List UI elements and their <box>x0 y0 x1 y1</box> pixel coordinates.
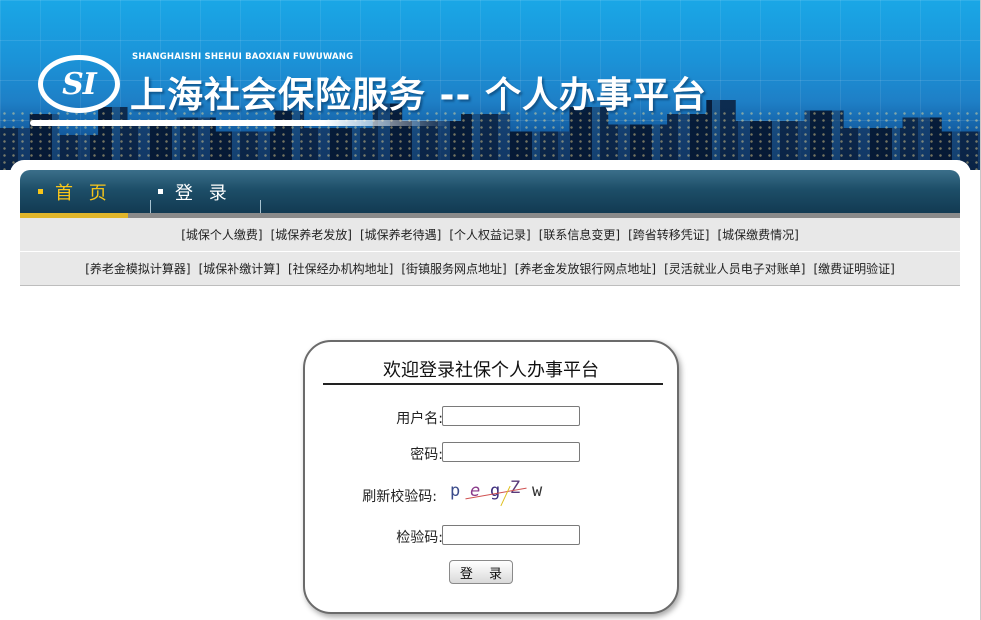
username-row: 用户名: <box>305 405 677 429</box>
link-contact-info-change[interactable]: [联系信息变更] <box>539 226 620 243</box>
header-banner: SI SHANGHAISHI SHEHUI BAOXIAN FUWUWANG 上… <box>0 0 981 170</box>
login-title: 欢迎登录社保个人办事平台 <box>383 360 599 381</box>
password-label: 密码: <box>410 447 443 463</box>
refresh-captcha-label[interactable]: 刷新校验码: <box>362 486 437 506</box>
link-payment-proof-verification[interactable]: [缴费证明验证] <box>813 260 894 277</box>
code-row: 检验码: <box>305 524 677 548</box>
link-street-service-points[interactable]: [街镇服务网点地址] <box>401 260 506 277</box>
quick-links-row-2: [养老金模拟计算器] [城保补缴计算] [社保经办机构地址] [街镇服务网点地址… <box>20 252 960 286</box>
captcha-char: w <box>532 481 543 501</box>
logo-text: SI <box>62 66 97 102</box>
captcha-char: g <box>490 481 501 501</box>
login-title-rule <box>323 383 663 385</box>
link-urban-pension-issuance[interactable]: [城保养老发放] <box>271 226 352 243</box>
code-label: 检验码: <box>396 530 443 546</box>
password-row: 密码: <box>305 441 677 465</box>
login-panel: 欢迎登录社保个人办事平台 用户名: 密码: 刷新校验码: p e g Z w 检… <box>303 340 679 614</box>
username-label: 用户名: <box>396 411 443 427</box>
password-input[interactable] <box>442 442 580 462</box>
nav-separator <box>260 200 261 213</box>
si-logo: SI <box>38 55 120 113</box>
nav-home[interactable]: 首 页 <box>38 170 112 213</box>
quick-links-row-1: [城保个人缴费] [城保养老发放] [城保养老待遇] [个人权益记录] [联系信… <box>20 218 960 252</box>
main-nav: 首 页 登 录 <box>20 170 960 218</box>
link-personal-rights-record[interactable]: [个人权益记录] <box>449 226 530 243</box>
captcha-char: p <box>450 481 461 501</box>
bullet-icon <box>158 189 163 194</box>
login-submit-button[interactable]: 登 录 <box>449 560 513 584</box>
captcha-row: 刷新校验码: p e g Z w <box>305 478 677 507</box>
link-agency-addresses[interactable]: [社保经办机构地址] <box>288 260 393 277</box>
captcha-image[interactable]: p e g Z w <box>450 478 550 507</box>
title-underline <box>30 120 450 126</box>
username-input[interactable] <box>442 406 580 426</box>
code-input[interactable] <box>442 525 580 545</box>
site-title: 上海社会保险服务 -- 个人办事平台 <box>130 75 707 116</box>
link-cross-province-transfer[interactable]: [跨省转移凭证] <box>628 226 709 243</box>
nav-separator <box>150 200 151 213</box>
link-pension-bank-branches[interactable]: [养老金发放银行网点地址] <box>515 260 656 277</box>
nav-login-label: 登 录 <box>175 182 232 204</box>
site-pinyin: SHANGHAISHI SHEHUI BAOXIAN FUWUWANG <box>132 52 354 62</box>
link-urban-personal-payment[interactable]: [城保个人缴费] <box>181 226 262 243</box>
nav-home-label: 首 页 <box>55 182 112 204</box>
nav-login[interactable]: 登 录 <box>158 170 232 213</box>
bullet-icon <box>38 189 43 194</box>
nav-active-indicator <box>20 213 128 218</box>
link-flexible-employment-statement[interactable]: [灵活就业人员电子对账单] <box>664 260 805 277</box>
link-back-payment-calculator[interactable]: [城保补缴计算] <box>199 260 280 277</box>
link-urban-pension-benefits[interactable]: [城保养老待遇] <box>360 226 441 243</box>
link-urban-payment-status[interactable]: [城保缴费情况] <box>717 226 798 243</box>
link-pension-calculator[interactable]: [养老金模拟计算器] <box>85 260 190 277</box>
